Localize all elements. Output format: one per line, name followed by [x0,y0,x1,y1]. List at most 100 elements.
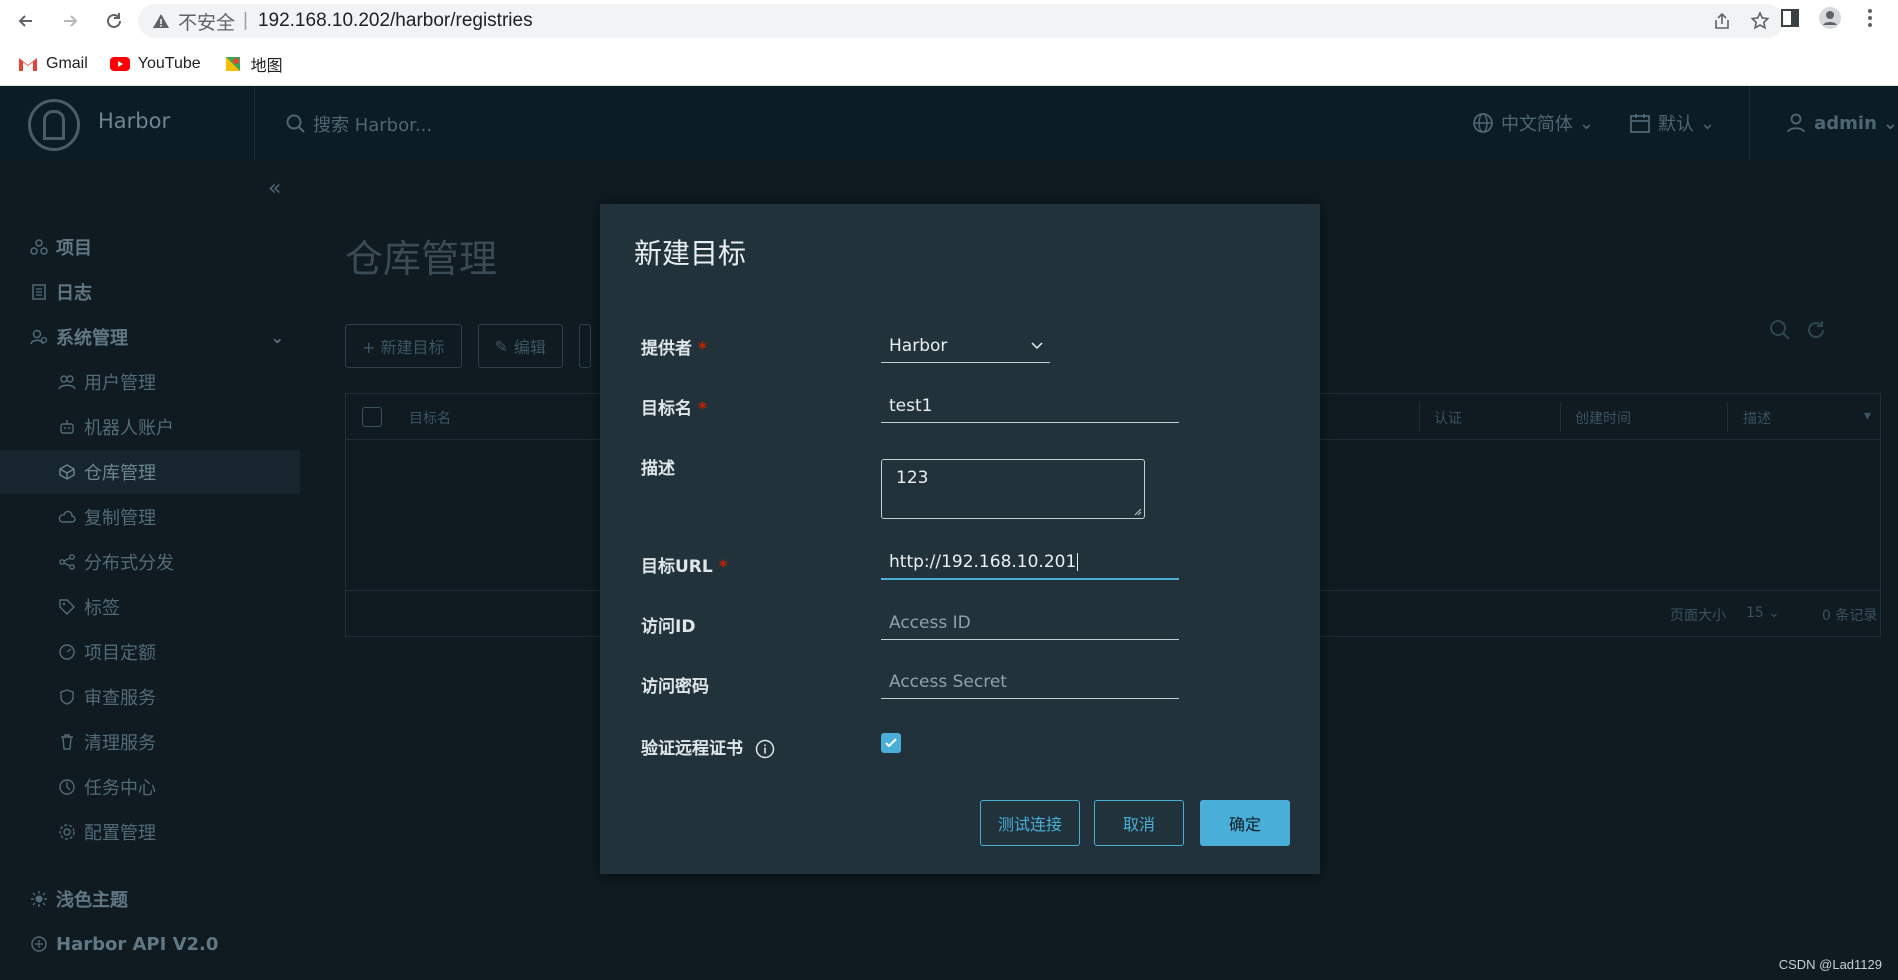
provider-select[interactable]: Harbor [881,329,1050,363]
sidebar-item-label: 任务中心 [84,778,156,799]
address-bar[interactable]: 不安全 | 192.168.10.202/harbor/registries [138,4,1784,38]
column-header-auth[interactable]: 认证 [1434,408,1462,428]
language-selector[interactable]: 中文简体 ⌄ [1471,110,1594,136]
sidebar-item-replications[interactable]: 复制管理 [0,495,300,539]
resize-grip-icon[interactable] [1132,506,1142,516]
harbor-logo[interactable] [28,99,80,151]
bookmark-maps[interactable]: 地图 [223,52,283,76]
url-separator: | [243,10,248,31]
access-id-input[interactable]: Access ID [881,606,1179,640]
sidebar-item-logs[interactable]: 日志 [0,270,300,314]
url-input[interactable]: http://192.168.10.201 [881,546,1179,580]
page-size-select[interactable]: 15 [1746,605,1764,621]
chevron-down-icon [1031,342,1043,350]
url-label: 目标URL * [641,557,728,577]
collapse-sidebar-icon[interactable]: « [268,176,281,201]
sidebar-item-label: 机器人账户 [84,418,174,439]
record-count: 0 条记录 [1822,608,1878,624]
description-value: 123 [896,468,929,488]
sidebar-item-robot-accounts[interactable]: 机器人账户 [0,405,300,449]
gauge-icon [59,644,75,660]
admin-icon [30,329,48,345]
sidebar-item-label: 复制管理 [84,508,156,529]
edit-button[interactable]: ✎ 编辑 [477,324,563,368]
column-separator [1560,402,1561,432]
select-all-checkbox[interactable] [362,407,382,427]
ok-button[interactable]: 确定 [1200,800,1290,846]
registry-toolbar: + 新建目标 ✎ 编辑 [345,324,591,368]
forward-icon[interactable] [52,3,88,39]
browser-toolbar: 不安全 | 192.168.10.202/harbor/registries [0,0,1898,42]
test-connection-button[interactable]: 测试连接 [980,800,1080,846]
column-header-name[interactable]: 目标名 [409,408,451,428]
api-icon [31,936,47,952]
access-secret-input[interactable]: Access Secret [881,665,1179,699]
users-icon [58,375,76,390]
app-title[interactable]: Harbor [98,109,170,133]
user-icon [1787,113,1806,133]
sidebar-item-light-theme[interactable]: 浅色主题 [0,877,300,921]
sidebar-item-label: 分布式分发 [84,553,174,574]
profile-icon[interactable] [1818,6,1842,30]
warning-icon [153,14,169,28]
sidebar-item-label: 用户管理 [84,373,156,394]
tag-icon [59,599,75,615]
page-size-label: 页面大小 [1670,608,1726,624]
side-panel-icon[interactable] [1778,6,1802,30]
info-icon[interactable] [755,739,775,759]
registry-icon [59,464,75,480]
new-target-button[interactable]: + 新建目标 [345,324,462,368]
global-search[interactable]: 搜索 Harbor... [285,111,432,137]
bookmark-label: Gmail [46,54,88,72]
name-label: 目标名 * [641,399,707,419]
new-target-modal: 新建目标 提供者 * Harbor 目标名 * test1 描述 123 目标URL… [600,204,1320,874]
trash-icon [61,734,73,750]
sidebar-item-configuration[interactable]: 配置管理 [0,810,300,854]
refresh-icon[interactable] [1804,318,1828,342]
menu-icon[interactable] [1858,6,1882,30]
check-icon [885,738,897,748]
sidebar-item-label: 项目定额 [84,643,156,664]
back-icon[interactable] [8,3,44,39]
name-input[interactable]: test1 [881,389,1179,423]
sidebar-item-gc[interactable]: 清理服务 [0,720,300,764]
datetime-selector[interactable]: 默认 ⌄ [1628,110,1715,136]
sidebar-item-job-service[interactable]: 任务中心 [0,765,300,809]
sidebar-item-label: 审查服务 [84,688,156,709]
sun-icon [31,891,47,907]
sidebar: « 项目 日志 系统管理 ⌄ 用户管理 机器人账户 仓库管理 复制管理 分布式分… [0,160,300,980]
projects-icon [30,239,48,255]
more-button[interactable] [578,324,591,368]
reload-icon[interactable] [96,3,132,39]
search-icon[interactable] [1768,318,1792,342]
column-header-description[interactable]: 描述 [1743,408,1771,428]
filter-icon[interactable]: ▾ [1864,408,1871,424]
sidebar-item-registries[interactable]: 仓库管理 [0,450,300,494]
bookmark-gmail[interactable]: Gmail [18,55,88,73]
edit-label: 编辑 [513,338,546,357]
sidebar-item-administration[interactable]: 系统管理 ⌄ [0,315,300,359]
sidebar-item-label: 项目 [56,238,92,259]
sidebar-item-label: 浅色主题 [56,890,128,911]
chevron-down-icon: ⌄ [270,327,284,347]
verify-cert-checkbox[interactable] [881,733,901,753]
share-icon[interactable] [1712,11,1732,31]
star-icon[interactable] [1750,11,1770,31]
sidebar-item-labels[interactable]: 标签 [0,585,300,629]
bookmark-youtube[interactable]: YouTube [109,54,201,73]
sidebar-item-distributions[interactable]: 分布式分发 [0,540,300,584]
search-icon [286,114,305,133]
watermark: CSDN @Lad1129 [1778,957,1882,972]
user-menu[interactable]: admin ⌄ [1784,111,1898,135]
sidebar-item-quotas[interactable]: 项目定额 [0,630,300,674]
sidebar-item-users[interactable]: 用户管理 [0,360,300,404]
provider-label: 提供者 * [641,339,707,359]
sidebar-item-api[interactable]: Harbor API V2.0 [0,922,300,966]
cancel-button[interactable]: 取消 [1094,800,1184,846]
bookmark-label: YouTube [137,54,201,72]
sidebar-item-interrogation[interactable]: 审查服务 [0,675,300,719]
column-header-created[interactable]: 创建时间 [1575,408,1631,428]
chevron-down-icon: ⌄ [1700,112,1716,134]
sidebar-item-projects[interactable]: 项目 [0,225,300,269]
description-textarea[interactable]: 123 [881,459,1145,519]
